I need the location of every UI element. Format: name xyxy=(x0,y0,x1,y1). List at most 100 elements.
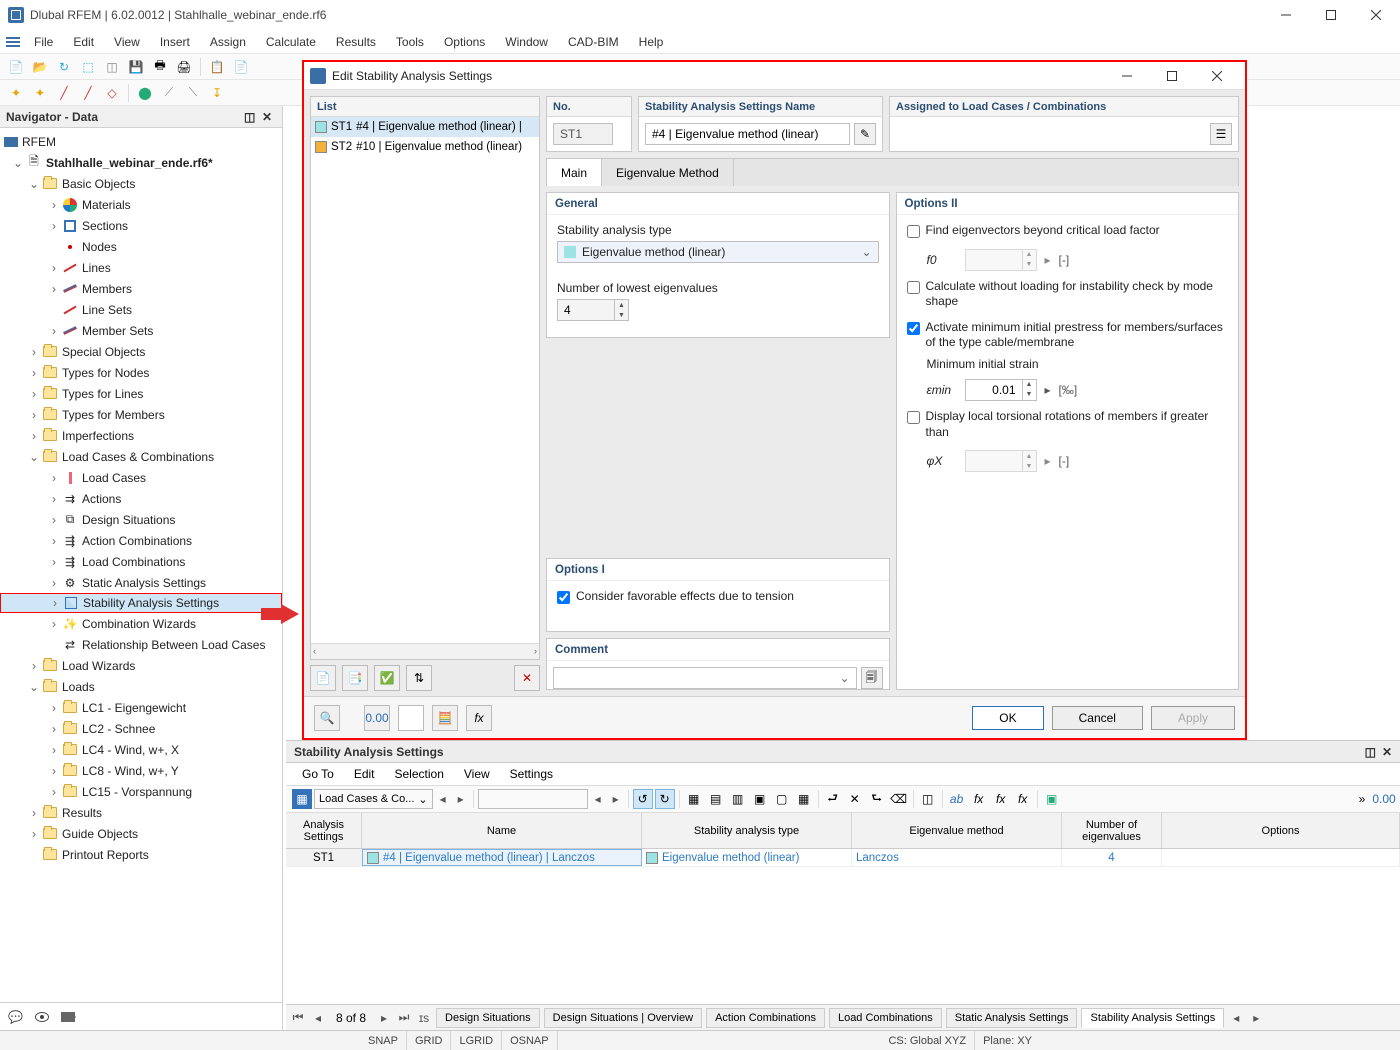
tree-membersets[interactable]: Member Sets xyxy=(82,324,153,338)
menu-tools[interactable]: Tools xyxy=(386,30,434,53)
chevron-right-icon[interactable]: › xyxy=(28,367,40,379)
col-eigenvalue-method[interactable]: Eigenvalue method xyxy=(852,813,1062,848)
tree-lc2[interactable]: LC2 - Schnee xyxy=(82,722,155,736)
dialog-close-button[interactable] xyxy=(1194,62,1239,90)
tree-relation[interactable]: Relationship Between Load Cases xyxy=(82,638,265,652)
status-grid[interactable]: GRID xyxy=(407,1031,452,1050)
chevron-right-icon[interactable]: › xyxy=(48,556,60,568)
chevron-right-icon[interactable]: › xyxy=(48,744,60,756)
col-analysis-settings[interactable]: Analysis Settings xyxy=(286,813,362,848)
spin-up-icon[interactable]: ▲ xyxy=(615,300,628,310)
chevron-right-icon[interactable]: › xyxy=(28,388,40,400)
tree-stability[interactable]: Stability Analysis Settings xyxy=(83,596,219,610)
status-snap[interactable]: SNAP xyxy=(360,1031,407,1050)
chevron-right-icon[interactable]: › xyxy=(28,660,40,672)
tab-design-sit-overview[interactable]: Design Situations | Overview xyxy=(544,1008,702,1028)
close-button[interactable] xyxy=(1353,1,1398,29)
menu-assign[interactable]: Assign xyxy=(200,30,256,53)
bottom-menu-selection[interactable]: Selection xyxy=(385,767,454,781)
menu-calculate[interactable]: Calculate xyxy=(256,30,326,53)
tree-static[interactable]: Static Analysis Settings xyxy=(82,576,206,590)
cell-method[interactable]: Lanczos xyxy=(852,849,1062,866)
tree-guide[interactable]: Guide Objects xyxy=(62,827,138,841)
calc-without-loading-checkbox[interactable] xyxy=(907,281,920,294)
comment-icon[interactable]: 💬 xyxy=(8,1010,23,1024)
new-item-icon[interactable]: 📄 xyxy=(310,665,336,691)
tree-designsit[interactable]: Design Situations xyxy=(82,513,175,527)
bottom-menu-settings[interactable]: Settings xyxy=(500,767,563,781)
ab-icon[interactable]: ab xyxy=(947,789,967,809)
save-icon[interactable]: 💾 xyxy=(126,57,146,77)
cell-num[interactable]: 4 xyxy=(1062,849,1162,866)
chevron-down-icon[interactable]: ⌄ xyxy=(12,157,24,169)
model-icon[interactable]: ⬚ xyxy=(78,57,98,77)
menu-window[interactable]: Window xyxy=(495,30,558,53)
members-tool-icon[interactable]: ⟋ xyxy=(159,83,179,103)
bottom-combo[interactable]: Load Cases & Co... ⌄ xyxy=(314,789,433,809)
col-num-eigenvalues[interactable]: Number of eigenvalues xyxy=(1062,813,1162,848)
tree-root[interactable]: RFEM xyxy=(22,135,56,149)
tree-loadcomb[interactable]: Load Combinations xyxy=(82,555,185,569)
chevron-right-icon[interactable]: › xyxy=(48,765,60,777)
cube-icon[interactable]: ◫ xyxy=(102,57,122,77)
toggle-a-icon[interactable]: ↺ xyxy=(633,789,653,809)
tree-lc4[interactable]: LC4 - Wind, w+, X xyxy=(82,743,179,757)
menu-insert[interactable]: Insert xyxy=(150,30,200,53)
close-panel-icon[interactable]: ✕ xyxy=(1382,745,1392,759)
dialog-maximize-button[interactable] xyxy=(1149,62,1194,90)
star-icon[interactable]: ✦ xyxy=(6,83,26,103)
rect-tool-icon[interactable]: ◇ xyxy=(102,83,122,103)
menu-cadbim[interactable]: CAD-BIM xyxy=(558,30,629,53)
chevron-down-icon[interactable]: ⌄ xyxy=(28,178,40,190)
grid-f-icon[interactable]: ▦ xyxy=(794,789,814,809)
tree-combwiz[interactable]: Combination Wizards xyxy=(82,617,196,631)
chevron-right-icon[interactable]: › xyxy=(28,346,40,358)
tree-lc8[interactable]: LC8 - Wind, w+, Y xyxy=(82,764,179,778)
node-tool-icon[interactable]: ⬤ xyxy=(135,83,155,103)
tree-printout[interactable]: Printout Reports xyxy=(62,848,149,862)
fx-icon[interactable]: fx xyxy=(466,705,492,731)
tab-load-comb[interactable]: Load Combinations xyxy=(829,1008,942,1028)
chevron-right-icon[interactable]: › xyxy=(48,220,60,232)
refresh-icon[interactable]: ↻ xyxy=(54,57,74,77)
tree-results[interactable]: Results xyxy=(62,806,102,820)
analysis-type-combo[interactable]: Eigenvalue method (linear) ⌄ xyxy=(557,241,879,263)
grid-c-icon[interactable]: ▥ xyxy=(728,789,748,809)
cell-name[interactable]: #4 | Eigenvalue method (linear) | Lanczo… xyxy=(383,852,595,864)
menu-results[interactable]: Results xyxy=(326,30,386,53)
search-icon[interactable]: 🔍 xyxy=(314,705,340,731)
col-name[interactable]: Name xyxy=(362,813,642,848)
units-icon[interactable]: 0.00 xyxy=(364,705,390,731)
del-icon[interactable]: ✕ xyxy=(845,789,865,809)
nav-prev2-icon[interactable]: ◂ xyxy=(590,791,606,807)
chevron-right-icon[interactable]: › xyxy=(28,828,40,840)
grid-a-icon[interactable]: ▦ xyxy=(684,789,704,809)
nav-next2-icon[interactable]: ▸ xyxy=(608,791,624,807)
scroll-right-icon[interactable]: ▸ xyxy=(1248,1010,1264,1026)
cancel-button[interactable]: Cancel xyxy=(1052,706,1143,730)
tree-loads[interactable]: Loads xyxy=(62,680,95,694)
duplicate-item-icon[interactable]: 📑 xyxy=(342,665,368,691)
navigator-tree[interactable]: RFEM ⌄🗎Stahlhalle_webinar_ende.rf6* ⌄Bas… xyxy=(0,128,282,1002)
bottom-menu-goto[interactable]: Go To xyxy=(292,767,344,781)
fx2-icon[interactable]: fx xyxy=(991,789,1011,809)
no-field[interactable] xyxy=(553,123,613,145)
num-eigenvalues-input[interactable] xyxy=(558,300,614,320)
tree-tfn[interactable]: Types for Nodes xyxy=(62,366,149,380)
win-icon[interactable]: ◫ xyxy=(918,789,938,809)
tree-imp[interactable]: Imperfections xyxy=(62,429,134,443)
star2-icon[interactable]: ✦ xyxy=(30,83,50,103)
chevron-down-icon[interactable]: ⌄ xyxy=(28,681,40,693)
grid-e-icon[interactable]: ▢ xyxy=(772,789,792,809)
show-all-icon[interactable]: ▣ xyxy=(1042,789,1062,809)
tree-materials[interactable]: Materials xyxy=(82,198,131,212)
check-item-icon[interactable]: ✅ xyxy=(374,665,400,691)
saveall-icon[interactable]: 🖶 xyxy=(150,57,170,77)
paste-icon[interactable]: 📄 xyxy=(231,57,251,77)
grid-b-icon[interactable]: ▤ xyxy=(706,789,726,809)
chevron-down-icon[interactable]: ⌄ xyxy=(28,451,40,463)
comment-combo[interactable]: ⌄ xyxy=(553,667,857,689)
table-row[interactable]: ST1 #4 | Eigenvalue method (linear) | La… xyxy=(286,849,1400,867)
more-icon[interactable]: » xyxy=(1352,789,1372,809)
list-item[interactable]: ST1 #4 | Eigenvalue method (linear) | xyxy=(311,117,539,137)
